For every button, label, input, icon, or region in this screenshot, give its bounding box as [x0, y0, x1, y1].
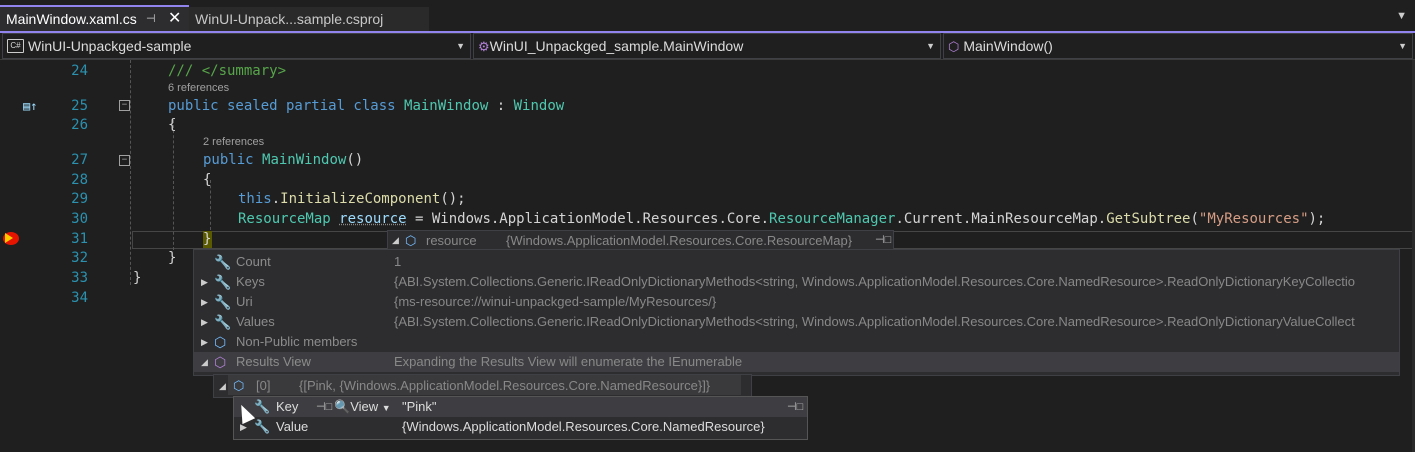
datatip-variable-value: {Windows.ApplicationModel.Resources.Core… [506, 233, 853, 248]
datatip-row[interactable]: ▶ 🔧 Keys {ABI.System.Collections.Generic… [194, 272, 1399, 292]
close-icon[interactable]: ✕ [168, 7, 181, 31]
line-number: 32 [71, 250, 88, 266]
chevron-down-icon: ▼ [1398, 41, 1407, 51]
indent-guide [130, 60, 131, 285]
codelens-references[interactable]: 2 references [203, 136, 264, 148]
datatip-row[interactable]: ▶ 🔧 Values {ABI.System.Collections.Gener… [194, 312, 1399, 332]
document-tab-bar: MainWindow.xaml.cs ⊣ ✕ WinUI-Unpack...sa… [0, 0, 1415, 32]
code-line-28: { [203, 172, 212, 188]
line-number: 24 [71, 63, 88, 79]
tab-label: MainWindow.xaml.cs [6, 11, 137, 27]
pin-icon[interactable]: ⊣□ [875, 231, 891, 250]
wrench-icon: 🔧 [214, 294, 232, 310]
code-line-27: public MainWindow() [203, 152, 364, 168]
key-name: Key [276, 399, 299, 414]
datatip-row-value[interactable]: ▶ 🔧 Value {Windows.ApplicationModel.Reso… [234, 417, 807, 437]
datatip-row[interactable]: 🔧 Count 1 [194, 252, 1399, 272]
wrench-icon: 🔧 [214, 254, 232, 270]
object-icon: ⬡ [233, 378, 245, 393]
expand-arrow-icon[interactable]: ▶ [201, 332, 208, 352]
code-line-30: ResourceMap resource = Windows.Applicati… [238, 211, 1326, 227]
value-name: Value [276, 419, 309, 434]
member-label: MainWindow() [963, 38, 1053, 54]
datatip-row-key[interactable]: 🔧 Key ⊣□ 🔍View ▼ "Pink" ⊣□ [234, 397, 807, 417]
tab-mainwindow-xaml-cs[interactable]: MainWindow.xaml.cs ⊣ ✕ [0, 5, 189, 31]
value-value: {Windows.ApplicationModel.Resources.Core… [402, 419, 765, 434]
class-icon: ⚙ [478, 39, 490, 54]
project-dropdown[interactable]: C# WinUI-Unpackged-sample ▼ [2, 33, 471, 59]
datatip-members-panel: 🔧 Count 1 ▶ 🔧 Keys {ABI.System.Collectio… [193, 249, 1400, 376]
wrench-icon: 🔧 [214, 314, 232, 330]
collapse-icon[interactable]: − [119, 100, 130, 111]
datatip-row-results-view[interactable]: ◢ ⬡ Results View Expanding the Results V… [194, 352, 1399, 372]
wrench-icon: 🔧 [214, 274, 232, 290]
code-line-32: } [168, 250, 177, 266]
indent-guide [173, 120, 174, 250]
collapse-arrow-icon[interactable]: ◢ [219, 375, 226, 397]
code-line-31: } [203, 231, 212, 247]
expand-arrow-icon[interactable]: ▶ [201, 272, 208, 292]
datatip-variable-name: resource [426, 233, 477, 248]
wrench-icon: 🔧 [254, 399, 271, 414]
results-view-icon: ⬡ [214, 354, 227, 370]
member-dropdown[interactable]: ⬡ MainWindow() ▼ [943, 33, 1413, 59]
magnifier-icon: 🔍 [334, 399, 351, 414]
bookmark-icon[interactable]: ▤↑ [23, 99, 37, 113]
line-number: 31 [71, 231, 88, 247]
object-icon: ⬡ [214, 334, 227, 350]
collapse-arrow-icon[interactable]: ◢ [201, 352, 208, 372]
code-line-25: public sealed partial class MainWindow :… [168, 98, 565, 114]
datatip-item-0[interactable]: ◢ ⬡ [0] {[Pink, {Windows.ApplicationMode… [213, 374, 752, 398]
pin-icon[interactable]: ⊣□ [316, 397, 332, 417]
class-dropdown[interactable]: ⚙WinUI_Unpackged_sample.MainWindow ▼ [473, 33, 941, 59]
collapse-icon[interactable]: − [119, 155, 130, 166]
datatip-row[interactable]: ▶ 🔧 Uri {ms-resource://winui-unpackged-s… [194, 292, 1399, 312]
method-icon: ⬡ [948, 39, 960, 54]
object-icon: ⬡ [405, 233, 417, 248]
datatip-header[interactable]: ◢ ⬡ resource {Windows.ApplicationModel.R… [387, 230, 894, 251]
expand-arrow-icon[interactable]: ▶ [201, 312, 208, 332]
project-label: WinUI-Unpackged-sample [28, 38, 192, 54]
item-0-value: {[Pink, {Windows.ApplicationModel.Resour… [299, 378, 711, 393]
pin-icon[interactable]: ⊣ [146, 7, 156, 31]
line-number: 30 [71, 211, 88, 227]
item-0-name: [0] [256, 378, 271, 393]
line-number: 27 [71, 152, 88, 168]
chevron-down-icon[interactable]: ▼ [1396, 10, 1407, 22]
code-line-33: } [133, 270, 142, 286]
codelens-references[interactable]: 6 references [168, 82, 229, 94]
csharp-project-icon: C# [7, 39, 24, 54]
line-number: 26 [71, 117, 88, 133]
pin-icon[interactable]: ⊣□ [787, 397, 803, 417]
line-number: 33 [71, 270, 88, 286]
datatip-item-0-children: 🔧 Key ⊣□ 🔍View ▼ "Pink" ⊣□ ▶ 🔧 Value {Wi… [233, 396, 808, 440]
code-line-29: this.InitializeComponent(); [238, 191, 466, 207]
expand-arrow-icon[interactable]: ▶ [201, 292, 208, 312]
key-value: "Pink" [402, 399, 437, 414]
tab-csproj[interactable]: WinUI-Unpack...sample.csproj [189, 7, 429, 31]
datatip-row[interactable]: ▶ ⬡ Non-Public members [194, 332, 1399, 352]
chevron-down-icon: ▼ [926, 41, 935, 51]
tab-label: WinUI-Unpack...sample.csproj [195, 11, 384, 27]
line-number: 34 [71, 290, 88, 306]
breakpoint-current-icon[interactable] [3, 232, 19, 245]
line-number: 29 [71, 191, 88, 207]
collapse-arrow-icon[interactable]: ◢ [392, 231, 399, 250]
chevron-down-icon: ▼ [381, 403, 391, 413]
view-visualizer-button[interactable]: 🔍View ▼ [334, 397, 391, 418]
class-label: WinUI_Unpackged_sample.MainWindow [489, 38, 744, 54]
code-line-24: /// </summary> [168, 63, 287, 79]
navigation-bar: C# WinUI-Unpackged-sample ▼ ⚙WinUI_Unpack… [0, 33, 1415, 60]
wrench-icon: 🔧 [254, 419, 271, 434]
code-line-26: { [168, 117, 177, 133]
line-number: 25 [71, 98, 88, 114]
chevron-down-icon: ▼ [456, 41, 465, 51]
line-number: 28 [71, 172, 88, 188]
